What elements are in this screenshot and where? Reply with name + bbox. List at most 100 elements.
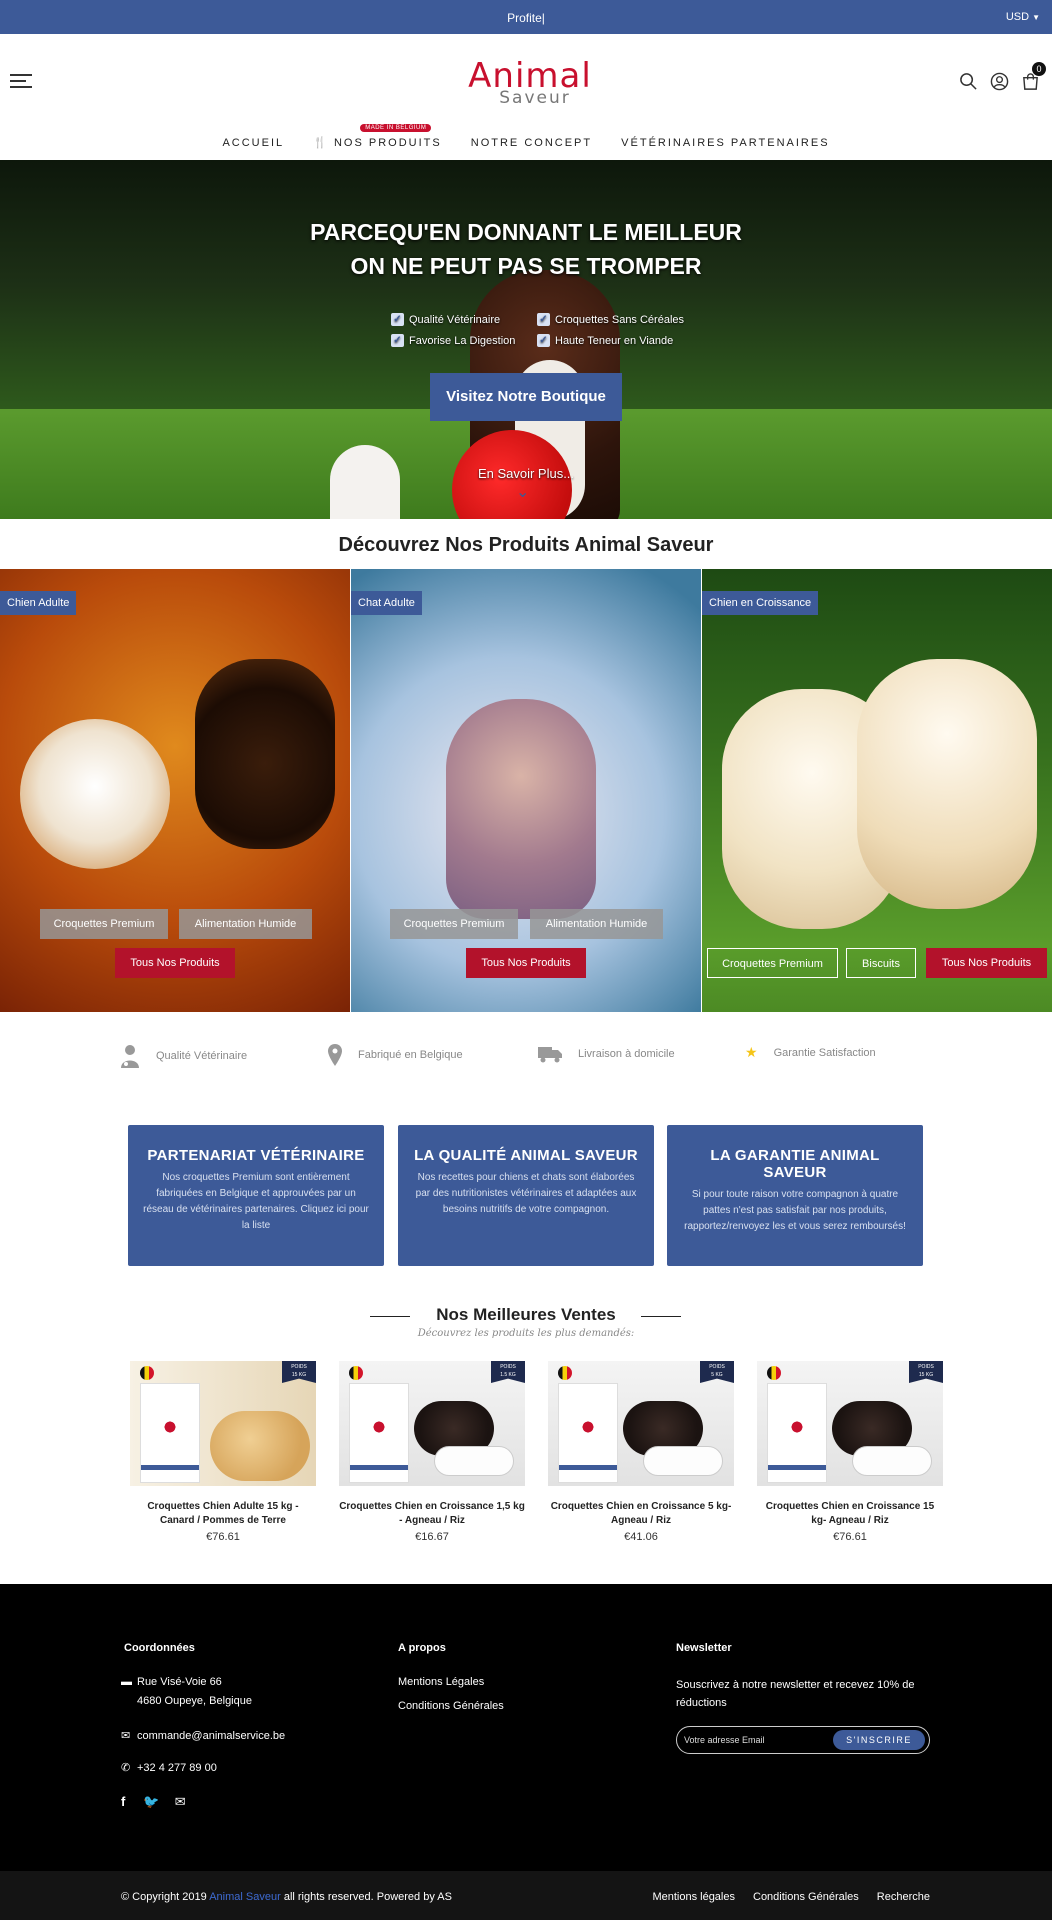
truck-icon [538, 1047, 562, 1063]
site-footer: Coordonnées ▬ Rue Visé-Voie 66 4680 Oupey… [0, 1584, 1052, 1871]
check-item: ✓ Qualité Vétérinaire [391, 313, 537, 326]
category-link-croquettes[interactable]: Croquettes Premium [390, 909, 518, 939]
product-name[interactable]: Croquettes Chien en Croissance 1,5 kg - … [339, 1500, 525, 1528]
info-box-title: PARTENARIAT VÉTÉRINAIRE [147, 1147, 365, 1164]
product-card[interactable]: POIDS 15 KG Croquettes Chien en Croissanc… [757, 1361, 943, 1543]
category-tag[interactable]: Chien Adulte [0, 591, 77, 615]
hero-dog-tail [330, 445, 400, 519]
product-card[interactable]: POIDS 1.5 KG Croquettes Chien en Croissan… [339, 1361, 525, 1543]
footer-col-title: Coordonnées [124, 1642, 195, 1654]
nav-item-nos-produits[interactable]: MADE IN BELGIUM 🍴 NOS PRODUITS [313, 124, 442, 149]
facebook-icon[interactable]: f [121, 1794, 125, 1809]
footer-col-title: Newsletter [676, 1642, 732, 1654]
check-item: ✓ Favorise La Digestion [391, 334, 537, 347]
chevron-down-icon[interactable]: ⌄ [516, 482, 529, 502]
cart-icon[interactable]: 0 [1021, 62, 1046, 91]
feature-label: Qualité Vétérinaire [156, 1050, 248, 1062]
header-actions: 0 [959, 62, 1046, 91]
product-image[interactable]: POIDS 15 KG [757, 1361, 943, 1486]
hamburger-menu-icon[interactable] [10, 74, 32, 90]
all-products-button[interactable]: Tous Nos Produits [466, 948, 586, 978]
nav-item-veterinaires[interactable]: VÉTÉRINAIRES PARTENAIRES [621, 137, 829, 149]
category-tile-chien-adulte[interactable]: Chien Adulte Croquettes Premium Alimenta… [0, 569, 350, 1012]
category-tag[interactable]: Chat Adulte [351, 591, 422, 615]
product-card[interactable]: POIDS 5 KG Croquettes Chien en Croissance… [548, 1361, 734, 1543]
belgium-flag-icon [558, 1366, 572, 1380]
category-tag[interactable]: Chien en Croissance [702, 591, 819, 615]
food-icon: 🍴 [313, 137, 329, 149]
bottom-link-conditions[interactable]: Conditions Générales [753, 1891, 859, 1903]
subscribe-button[interactable]: S'INSCRIRE [833, 1730, 925, 1750]
info-box-text: Si pour toute raison votre compagnon à q… [684, 1189, 906, 1232]
info-box-title: LA GARANTIE ANIMAL SAVEUR [710, 1147, 880, 1181]
belgium-flag-icon [349, 1366, 363, 1380]
visit-shop-button[interactable]: Visitez Notre Boutique [430, 373, 622, 421]
category-link-croquettes[interactable]: Croquettes Premium [707, 948, 838, 978]
category-tile-chien-croissance[interactable]: Chien en Croissance Croquettes Premium B… [702, 569, 1052, 1012]
feature-label: Livraison à domicile [578, 1048, 675, 1060]
all-products-button[interactable]: Tous Nos Produits [926, 948, 1047, 978]
bestsellers-title: Nos Meilleures Ventes [436, 1305, 616, 1324]
chevron-down-icon: ▼ [1032, 13, 1040, 22]
product-bag [140, 1383, 200, 1483]
search-icon[interactable] [959, 72, 978, 91]
info-box-qualite[interactable]: LA QUALITÉ ANIMAL SAVEUR Nos recettes po… [398, 1125, 654, 1266]
twitter-icon[interactable]: 🐦 [143, 1794, 159, 1809]
category-tile-chat-adulte[interactable]: Chat Adulte Croquettes Premium Alimentat… [351, 569, 701, 1012]
info-box-text: Nos croquettes Premium sont entièrement … [143, 1172, 369, 1231]
account-icon[interactable] [990, 72, 1009, 91]
all-products-button[interactable]: Tous Nos Produits [115, 948, 235, 978]
product-name[interactable]: Croquettes Chien en Croissance 5 kg- Agn… [548, 1500, 734, 1528]
product-card[interactable]: POIDS 15 KG Croquettes Chien Adulte 15 kg… [130, 1361, 316, 1543]
footer-col-title: A propos [398, 1642, 446, 1654]
bottom-link-recherche[interactable]: Recherche [877, 1891, 930, 1903]
category-link-biscuits[interactable]: Biscuits [846, 948, 916, 978]
product-name[interactable]: Croquettes Chien Adulte 15 kg - Canard /… [130, 1500, 316, 1528]
footer-link-mentions[interactable]: Mentions Légales [398, 1676, 484, 1688]
checkbox-icon: ✓ [391, 334, 404, 347]
product-bag [349, 1383, 409, 1483]
product-image[interactable]: POIDS 15 KG [130, 1361, 316, 1486]
category-link-humide[interactable]: Alimentation Humide [179, 909, 312, 939]
category-link-croquettes[interactable]: Croquettes Premium [40, 909, 168, 939]
copyright: © Copyright 2019 Animal Saveur all right… [121, 1891, 452, 1903]
sneaker-image [643, 1446, 723, 1476]
checkbox-icon: ✓ [537, 334, 550, 347]
feature-item: Livraison à domicile [538, 1044, 675, 1064]
sneaker-image [434, 1446, 514, 1476]
nav-item-accueil[interactable]: ACCUEIL [222, 137, 284, 149]
nav-item-notre-concept[interactable]: NOTRE CONCEPT [471, 137, 592, 149]
checkbox-icon: ✓ [391, 313, 404, 326]
product-price: €16.67 [415, 1531, 449, 1543]
brand-link[interactable]: Animal Saveur [209, 1891, 281, 1903]
weight-badge: POIDS 5 KG [700, 1361, 734, 1383]
cart-count-badge: 0 [1032, 62, 1046, 76]
newsletter-text: Souscrivez à notre newsletter et recevez… [676, 1679, 915, 1709]
category-link-humide[interactable]: Alimentation Humide [530, 909, 663, 939]
currency-selector[interactable]: USD ▼ [1006, 11, 1040, 23]
sneaker-image [852, 1446, 932, 1476]
bottom-bar: © Copyright 2019 Animal Saveur all right… [0, 1871, 1052, 1920]
footer-link-conditions[interactable]: Conditions Générales [398, 1700, 504, 1712]
products-section-title: Découvrez Nos Produits Animal Saveur [338, 534, 714, 556]
product-image[interactable]: POIDS 5 KG [548, 1361, 734, 1486]
social-links: f 🐦 ✉ [121, 1794, 186, 1810]
dog-image [210, 1411, 310, 1481]
phone-line[interactable]: ✆ +32 4 277 89 00 [121, 1761, 217, 1774]
made-in-belgium-badge: MADE IN BELGIUM [360, 124, 432, 132]
product-name[interactable]: Croquettes Chien en Croissance 15 kg- Ag… [757, 1500, 943, 1528]
feature-item: ★ Garantie Satisfaction [745, 1044, 876, 1061]
bottom-link-mentions[interactable]: Mentions légales [652, 1891, 735, 1903]
veterinarian-icon [121, 1045, 139, 1068]
feature-label: Fabriqué en Belgique [358, 1049, 463, 1061]
newsletter-email-input[interactable]: Votre adresse Email [684, 1735, 765, 1745]
learn-more-link[interactable]: En Savoir Plus... [0, 466, 1052, 481]
product-price: €76.61 [833, 1531, 867, 1543]
mail-icon[interactable]: ✉ [175, 1794, 186, 1809]
info-box-partenariat[interactable]: PARTENARIAT VÉTÉRINAIRE Nos croquettes P… [128, 1125, 384, 1266]
map-pin-icon [328, 1044, 342, 1066]
site-logo[interactable]: Animal Saveur [460, 58, 600, 118]
info-box-garantie[interactable]: LA GARANTIE ANIMAL SAVEUR Si pour toute … [667, 1125, 923, 1266]
email-line[interactable]: ✉ commande@animalservice.be [121, 1729, 285, 1742]
product-image[interactable]: POIDS 1.5 KG [339, 1361, 525, 1486]
